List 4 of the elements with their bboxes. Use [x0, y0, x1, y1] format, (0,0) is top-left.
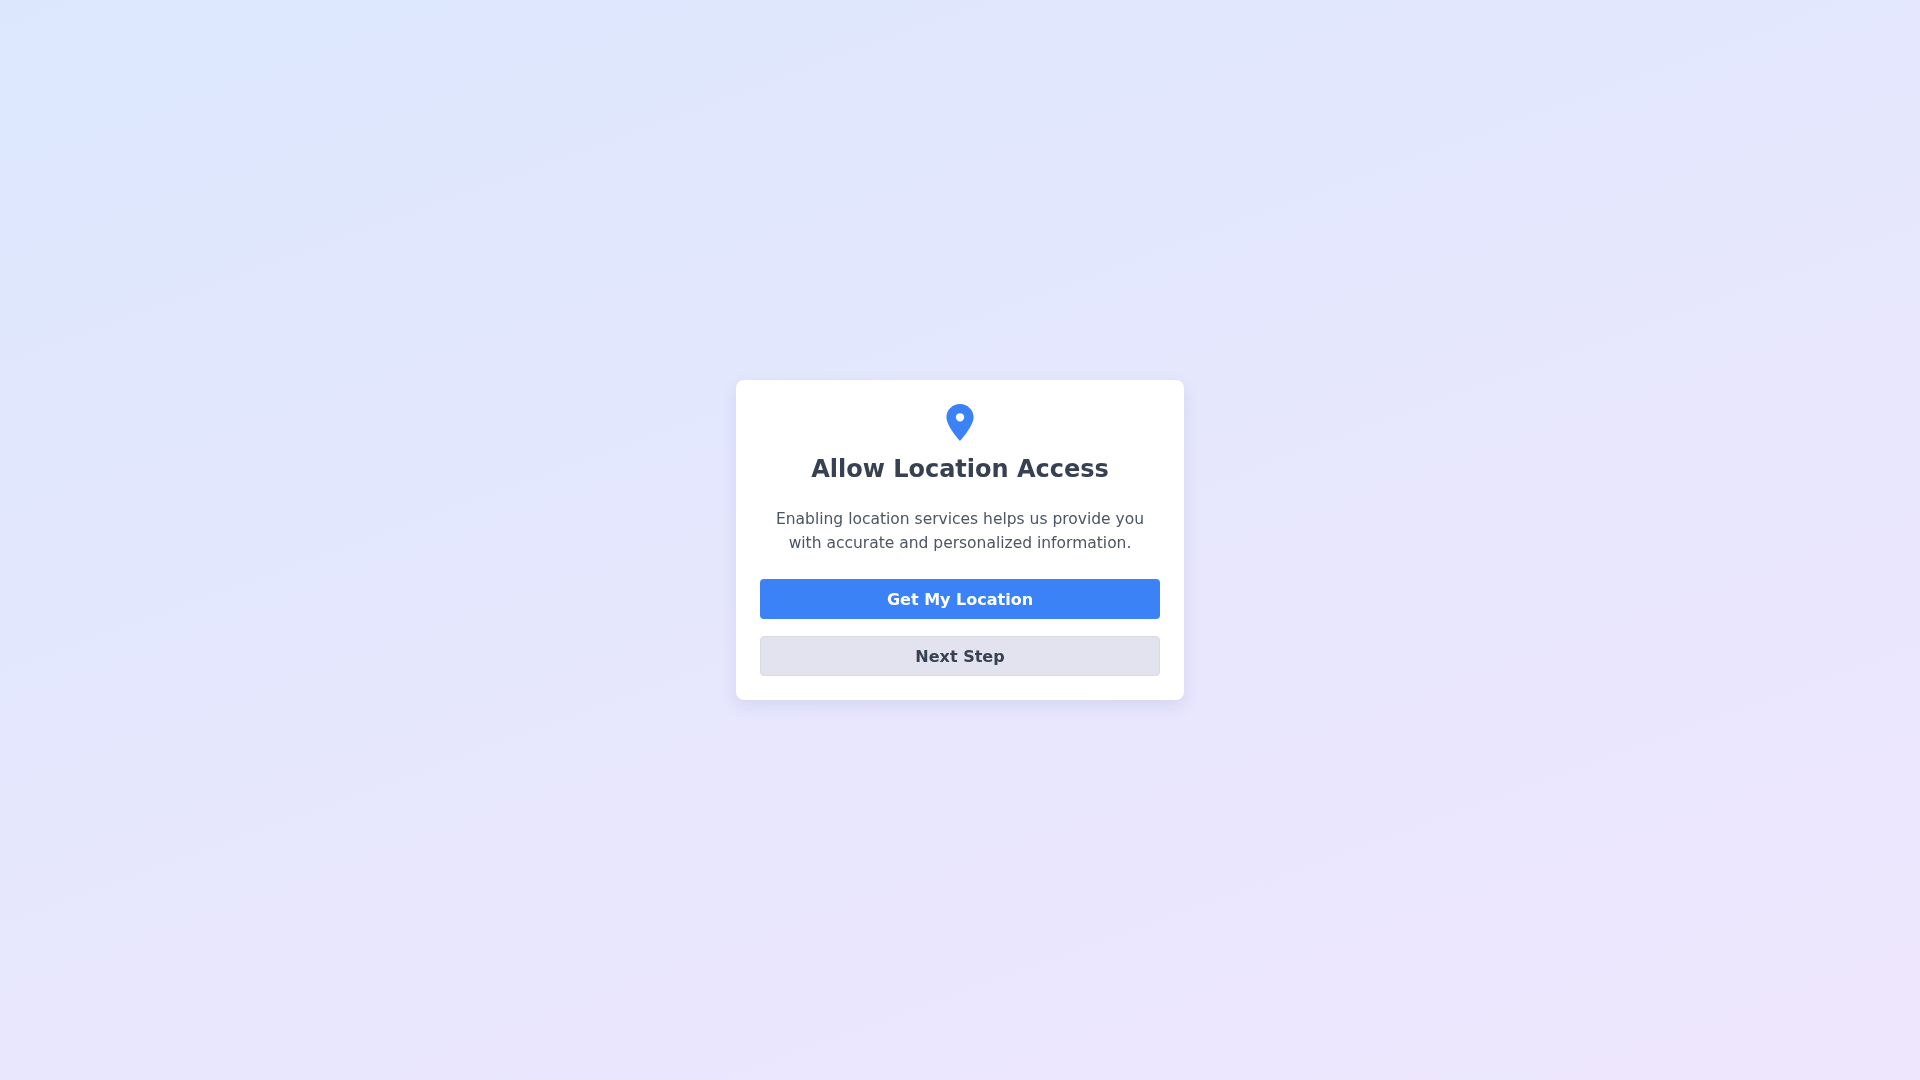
location-pin-icon [945, 404, 975, 441]
get-location-button[interactable]: Get My Location [760, 579, 1160, 619]
dialog-title: Allow Location Access [811, 454, 1109, 485]
dialog-description: Enabling location services helps us provide you with accurate and personalized information. [774, 509, 1146, 554]
